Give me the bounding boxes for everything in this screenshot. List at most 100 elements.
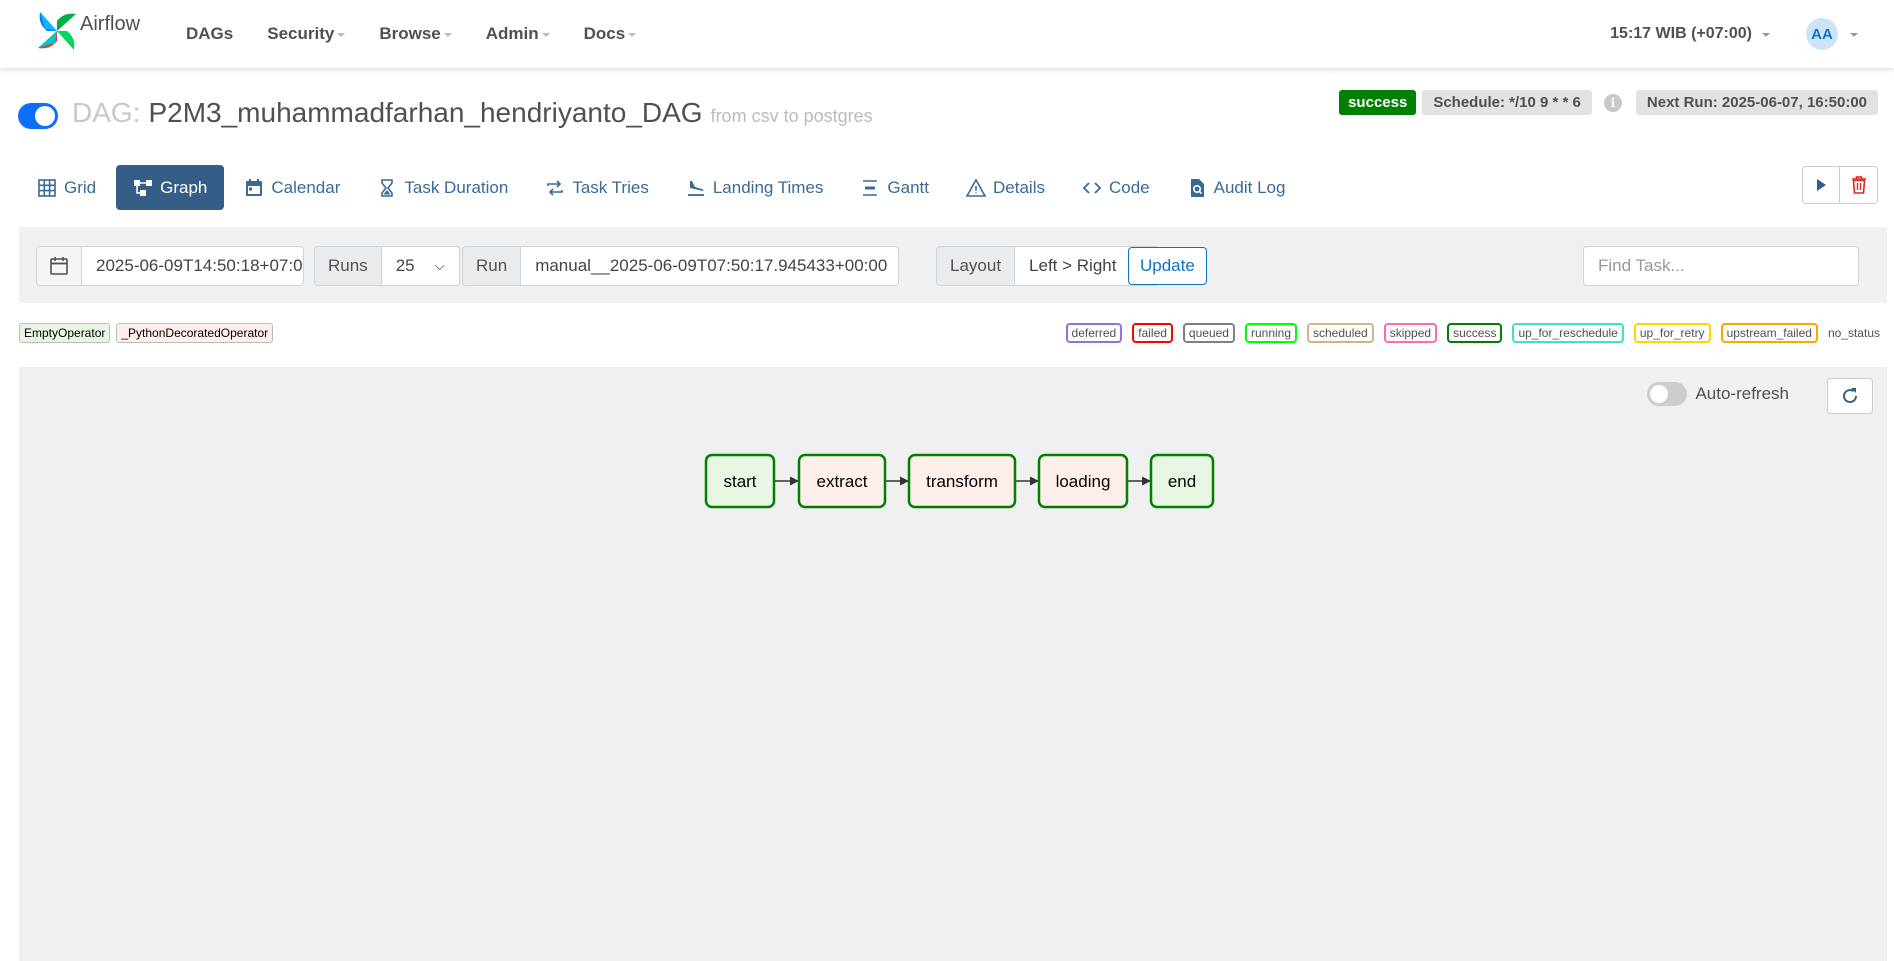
play-icon bbox=[1817, 179, 1826, 191]
state-chip-scheduled: scheduled bbox=[1307, 323, 1374, 343]
hourglass-icon bbox=[377, 178, 397, 198]
tab-task-duration[interactable]: Task Duration bbox=[360, 165, 525, 210]
gantt-icon bbox=[860, 178, 880, 198]
state-chip-up-for-reschedule: up_for_reschedule bbox=[1512, 323, 1624, 343]
main-menu: DAGs Security Browse Admin Docs bbox=[186, 0, 670, 68]
menu-label: Security bbox=[267, 24, 335, 43]
task-node-label: transform bbox=[926, 472, 998, 491]
task-node-label: end bbox=[1168, 472, 1196, 491]
caret-down-icon bbox=[337, 33, 346, 37]
update-button[interactable]: Update bbox=[1128, 247, 1207, 285]
task-node-label: extract bbox=[816, 472, 867, 491]
state-chip-deferred: deferred bbox=[1065, 323, 1123, 343]
run-label: Run bbox=[462, 246, 522, 286]
task-node-extract[interactable]: extract bbox=[797, 453, 887, 509]
caret-down-icon bbox=[541, 33, 550, 37]
menu-label: Docs bbox=[583, 24, 626, 43]
next-run-label: Next Run: 2025-06-07, 16:50:00 bbox=[1635, 90, 1878, 115]
caret-down-icon bbox=[1762, 33, 1770, 37]
retry-icon bbox=[545, 178, 565, 198]
task-node-label: start bbox=[723, 472, 756, 491]
runs-select[interactable]: 25 ⌵ bbox=[381, 246, 460, 286]
state-chip-skipped: skipped bbox=[1383, 323, 1438, 343]
dag-prefix: DAG: bbox=[72, 97, 141, 128]
menu-browse[interactable]: Browse bbox=[379, 24, 452, 44]
delete-dag-button[interactable] bbox=[1840, 166, 1878, 204]
state-legend: deferred failed queued running scheduled… bbox=[1056, 323, 1880, 343]
tab-label: Gantt bbox=[887, 177, 930, 197]
tab-details[interactable]: Details bbox=[949, 165, 1062, 210]
dag-pause-toggle[interactable] bbox=[18, 103, 58, 129]
trigger-dag-button[interactable] bbox=[1802, 166, 1840, 204]
runs-group: Runs 25 ⌵ bbox=[314, 246, 460, 286]
grid-icon bbox=[37, 178, 57, 198]
menu-label: DAGs bbox=[186, 24, 234, 43]
base-date-input[interactable]: 2025-06-09T14:50:18+07:00 bbox=[82, 246, 304, 286]
tab-code[interactable]: Code bbox=[1065, 165, 1167, 210]
runs-value: 25 bbox=[395, 256, 415, 275]
task-node-start[interactable]: start bbox=[704, 453, 776, 509]
refresh-icon bbox=[1843, 388, 1858, 404]
layout-group: Layout Left > Right⌵ bbox=[936, 246, 1161, 286]
tab-label: Code bbox=[1108, 177, 1150, 197]
state-chip-upstream-failed: upstream_failed bbox=[1720, 323, 1818, 343]
auto-refresh-control: Auto-refresh bbox=[1647, 382, 1789, 406]
operator-chip-empty: EmptyOperator bbox=[19, 323, 111, 343]
dag-header-info: success Schedule: */10 9 * * 6 i Next Ru… bbox=[1339, 90, 1878, 115]
user-avatar[interactable]: AA bbox=[1806, 18, 1838, 50]
state-chip-no-status: no_status bbox=[1827, 326, 1880, 340]
task-node-loading[interactable]: loading bbox=[1037, 453, 1129, 509]
run-select[interactable]: manual__2025-06-09T07:50:17.945433+00:00… bbox=[521, 246, 900, 286]
menu-label: Browse bbox=[379, 24, 441, 43]
task-node-end[interactable]: end bbox=[1149, 453, 1215, 509]
graph-canvas[interactable]: start extract transform loading end Auto-ref… bbox=[19, 367, 1887, 961]
clock-text: 15:17 WIB (+07:00) bbox=[1610, 25, 1752, 42]
menu-security[interactable]: Security bbox=[267, 24, 346, 44]
calendar-icon bbox=[244, 178, 264, 198]
tab-task-tries[interactable]: Task Tries bbox=[528, 165, 666, 210]
calendar-picker-button[interactable] bbox=[36, 246, 82, 286]
tab-label: Grid bbox=[64, 177, 97, 197]
trash-icon bbox=[1851, 176, 1866, 194]
tab-audit-log[interactable]: Audit Log bbox=[1170, 165, 1303, 210]
tab-landing-times[interactable]: Landing Times bbox=[669, 165, 841, 210]
warning-triangle-icon bbox=[966, 177, 987, 198]
timezone-clock[interactable]: 15:17 WIB (+07:00) bbox=[1610, 25, 1770, 43]
refresh-button[interactable] bbox=[1827, 378, 1873, 414]
schedule-label: Schedule: */10 9 * * 6 bbox=[1422, 90, 1592, 115]
tab-label: Landing Times bbox=[712, 177, 824, 197]
code-icon bbox=[1082, 178, 1102, 198]
auto-refresh-toggle[interactable] bbox=[1647, 382, 1688, 406]
state-chip-success: success bbox=[1447, 323, 1503, 343]
tab-gantt[interactable]: Gantt bbox=[843, 165, 946, 210]
caret-down-icon[interactable] bbox=[1850, 33, 1858, 37]
dag-description: from csv to postgres bbox=[710, 106, 873, 126]
run-value: manual__2025-06-09T07:50:17.945433+00:00 bbox=[535, 256, 888, 275]
dag-view-tabs: Grid Graph Calendar Task Duration Task T… bbox=[20, 165, 1305, 210]
info-icon[interactable]: i bbox=[1603, 93, 1622, 112]
tab-label: Graph bbox=[160, 177, 208, 197]
task-node-transform[interactable]: transform bbox=[907, 453, 1017, 509]
operator-legend: EmptyOperator _PythonDecoratedOperator bbox=[19, 323, 279, 343]
dag-id: P2M3_muhammadfarhan_hendriyanto_DAG bbox=[148, 97, 703, 128]
find-task-input[interactable]: Find Task... bbox=[1583, 246, 1859, 286]
dag-graph: start extract transform loading end bbox=[704, 453, 1215, 509]
tab-calendar[interactable]: Calendar bbox=[227, 165, 357, 210]
layout-label: Layout bbox=[936, 246, 1016, 286]
menu-admin[interactable]: Admin bbox=[486, 24, 550, 44]
chevron-down-icon: ⌵ bbox=[887, 258, 898, 274]
menu-docs[interactable]: Docs bbox=[584, 24, 637, 44]
audit-log-icon bbox=[1187, 178, 1207, 198]
dag-actions bbox=[1802, 166, 1878, 204]
tab-graph[interactable]: Graph bbox=[116, 165, 225, 210]
top-navbar: Airflow DAGs Security Browse Admin Docs … bbox=[0, 0, 1894, 68]
menu-label: Admin bbox=[485, 24, 539, 43]
tab-label: Calendar bbox=[271, 177, 341, 197]
dag-header: DAG: P2M3_muhammadfarhan_hendriyanto_DAG… bbox=[18, 96, 873, 129]
tab-grid[interactable]: Grid bbox=[20, 165, 113, 210]
calendar-icon bbox=[50, 257, 68, 275]
menu-dags[interactable]: DAGs bbox=[186, 24, 233, 44]
brand[interactable]: Airflow bbox=[36, 10, 140, 52]
state-chip-queued: queued bbox=[1182, 323, 1235, 343]
graph-icon bbox=[133, 178, 153, 198]
